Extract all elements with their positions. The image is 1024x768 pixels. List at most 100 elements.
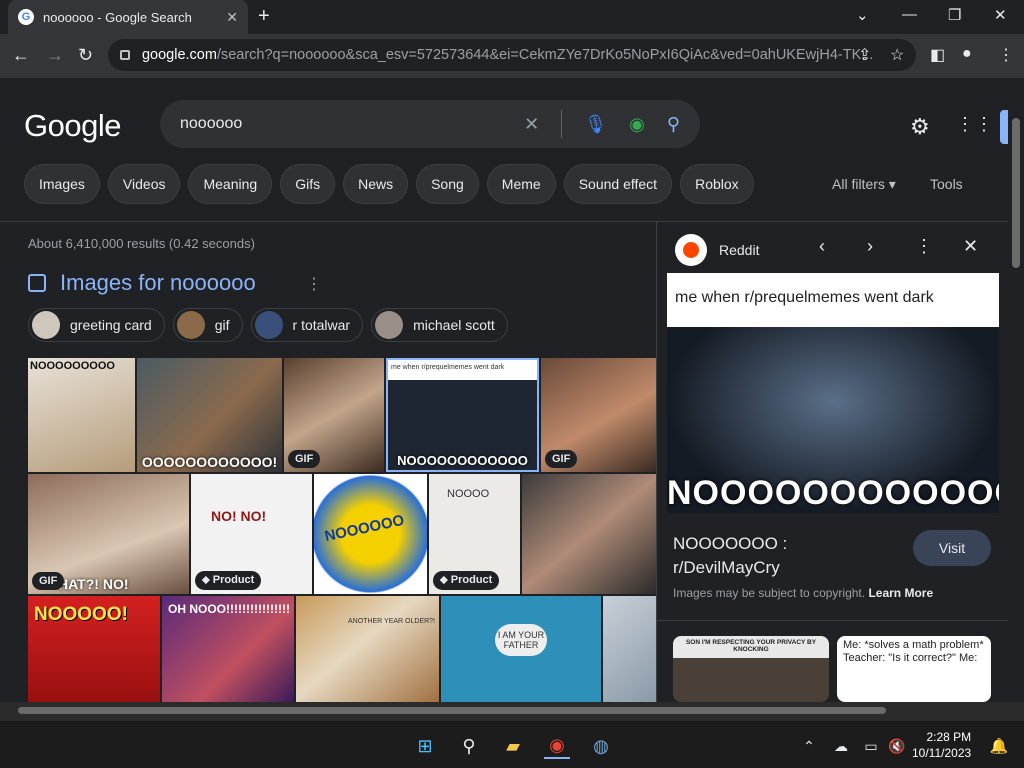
related-chip-label: gif (214, 317, 230, 333)
close-panel-icon[interactable]: ✕ (963, 236, 978, 257)
image-result[interactable]: NOOOOO! (28, 596, 160, 702)
image-result[interactable] (522, 474, 656, 594)
address-bar[interactable]: google.com /search?q=noooooo&sca_esv=572… (108, 39, 916, 71)
microphone-icon[interactable]: 🎙 (584, 114, 607, 135)
image-result[interactable]: NO! NO! ⬥ Product (191, 474, 312, 594)
chip-gifs[interactable]: Gifs (280, 164, 336, 204)
image-result[interactable]: HAT?! NO! GIF (28, 474, 189, 594)
preview-text: NOOOOOOOOOOOO (667, 474, 999, 512)
filter-chips: Images Videos Meaning Gifs News Song Mem… (24, 164, 754, 204)
file-explorer-icon[interactable]: ▰ (500, 733, 526, 759)
image-result[interactable]: NOOOOOOOOO (28, 358, 135, 472)
tab-title: noooooo - Google Search (43, 9, 192, 25)
close-window-icon[interactable]: ✕ (994, 6, 1007, 24)
system-clock[interactable]: 2:28 PM 10/11/2023 (912, 729, 971, 761)
related-image[interactable]: Me: *solves a math problem* Teacher: "Is… (837, 636, 991, 702)
share-icon[interactable]: ⇪ (858, 45, 871, 65)
start-icon[interactable]: ⊞ (412, 733, 438, 759)
chip-meme[interactable]: Meme (486, 164, 556, 204)
chip-meaning[interactable]: Meaning (188, 164, 273, 204)
profile-icon[interactable]: ● (962, 45, 972, 63)
volume-muted-icon[interactable]: 🔇 (884, 733, 910, 759)
related-chip[interactable]: r totalwar (250, 308, 364, 342)
images-for-heading[interactable]: Images for noooooo (28, 270, 256, 296)
tile-text: I AM YOUR FATHER (495, 624, 547, 656)
tile-text: NOOOOO! (34, 604, 128, 625)
lens-camera-icon[interactable]: ◉ (629, 114, 645, 135)
minimize-icon[interactable]: — (902, 6, 917, 23)
image-result[interactable]: NOOOO ⬥ Product (429, 474, 520, 594)
chip-news[interactable]: News (343, 164, 409, 204)
windows-taskbar: ⊞ ⚲ ▰ ◉ ◍ ⌃ ☁ ▭ 🔇 2:28 PM 10/11/2023 🔔 (0, 720, 1024, 768)
search-icon[interactable]: ⚲ (667, 114, 680, 135)
preview-image[interactable]: me when r/prequelmemes went dark NOOOOOO… (667, 273, 999, 513)
image-result[interactable]: I AM YOUR FATHER (441, 596, 601, 702)
google-logo[interactable]: Google (24, 108, 121, 144)
tile-text: NO! NO! (211, 508, 267, 524)
onedrive-icon[interactable]: ☁ (828, 733, 854, 759)
tools-button[interactable]: Tools (930, 176, 963, 192)
previous-icon[interactable]: ‹ (819, 236, 825, 257)
image-result[interactable] (603, 596, 656, 702)
sign-in-tab[interactable] (1000, 110, 1008, 144)
images-for-label: Images for noooooo (60, 270, 256, 295)
chip-images[interactable]: Images (24, 164, 100, 204)
image-result[interactable]: GIF (284, 358, 384, 472)
search-box[interactable]: noooooo ✕ 🎙 ◉ ⚲ (160, 100, 700, 148)
image-result[interactable]: OOOOOOOOOOOO! (137, 358, 282, 472)
product-label: Product (212, 574, 255, 586)
new-tab-icon[interactable]: + (258, 5, 270, 28)
chip-roblox[interactable]: Roblox (680, 164, 754, 204)
search-icon[interactable]: ⚲ (456, 733, 482, 759)
related-chip[interactable]: gif (172, 308, 243, 342)
image-result-selected[interactable]: me when r/prequelmemes went dark NOOOOOO… (386, 358, 539, 472)
search-input[interactable]: noooooo (180, 115, 524, 133)
related-chip-label: michael scott (413, 317, 495, 333)
image-result[interactable]: OH NOOO!!!!!!!!!!!!!!!! (162, 596, 294, 702)
related-chip[interactable]: michael scott (371, 308, 508, 342)
bookmark-star-icon[interactable]: ☆ (890, 45, 904, 65)
network-icon[interactable]: ▭ (858, 733, 884, 759)
image-result[interactable]: ANOTHER YEAR OLDER?! (296, 596, 439, 702)
reload-icon[interactable]: ↻ (78, 45, 93, 66)
browser-toolbar: ← → ↻ google.com /search?q=noooooo&sca_e… (0, 34, 1024, 78)
all-filters-button[interactable]: All filters ▾ (832, 176, 896, 193)
chip-videos[interactable]: Videos (107, 164, 181, 204)
chip-thumbnail (375, 311, 404, 339)
menu-icon[interactable]: ⋮ (998, 45, 1014, 65)
tab-search-icon[interactable]: ⌄ (856, 6, 869, 24)
chip-thumbnail (176, 311, 205, 339)
related-image[interactable]: SON I'M RESPECTING YOUR PRIVACY BY KNOCK… (673, 636, 829, 702)
horizontal-scrollbar[interactable] (0, 702, 1024, 720)
forward-icon[interactable]: → (46, 45, 64, 66)
show-hidden-icons-icon[interactable]: ⌃ (796, 733, 822, 759)
side-panel-icon[interactable]: ◧ (930, 45, 945, 65)
browser-tab[interactable]: G noooooo - Google Search ✕ (8, 0, 248, 34)
clear-icon[interactable]: ✕ (524, 114, 539, 135)
more-options-icon[interactable]: ⋮ (915, 236, 933, 257)
vertical-scrollbar[interactable] (1008, 78, 1024, 702)
image-result[interactable]: NOOOOOO (314, 474, 427, 594)
chip-sound-effect[interactable]: Sound effect (563, 164, 673, 204)
learn-more-link[interactable]: Learn More (868, 586, 933, 600)
chrome-icon[interactable]: ◉ (544, 733, 570, 759)
visit-button[interactable]: Visit (913, 530, 991, 566)
related-chip[interactable]: greeting card (28, 308, 165, 342)
back-icon[interactable]: ← (12, 45, 30, 66)
horizontal-scroll-thumb[interactable] (18, 707, 886, 714)
qbittorrent-icon[interactable]: ◍ (588, 733, 614, 759)
panel-source[interactable]: Reddit (675, 234, 759, 266)
restore-icon[interactable]: ❐ (948, 6, 961, 24)
notification-bell-icon[interactable]: 🔔 (986, 733, 1012, 759)
settings-gear-icon[interactable]: ⚙ (910, 114, 930, 140)
more-options-icon[interactable]: ⋮ (306, 274, 322, 294)
url-domain: google.com (141, 47, 217, 63)
vertical-scroll-thumb[interactable] (1012, 118, 1020, 268)
product-label: Product (450, 574, 493, 586)
panel-title[interactable]: NOOOOOOO : r/DevilMayCry (673, 532, 893, 580)
close-tab-icon[interactable]: ✕ (226, 9, 238, 26)
next-icon[interactable]: › (867, 236, 873, 257)
chip-song[interactable]: Song (416, 164, 479, 204)
tile-text: OH NOOO!!!!!!!!!!!!!!!! (168, 602, 290, 616)
image-result[interactable]: GIF (541, 358, 656, 472)
